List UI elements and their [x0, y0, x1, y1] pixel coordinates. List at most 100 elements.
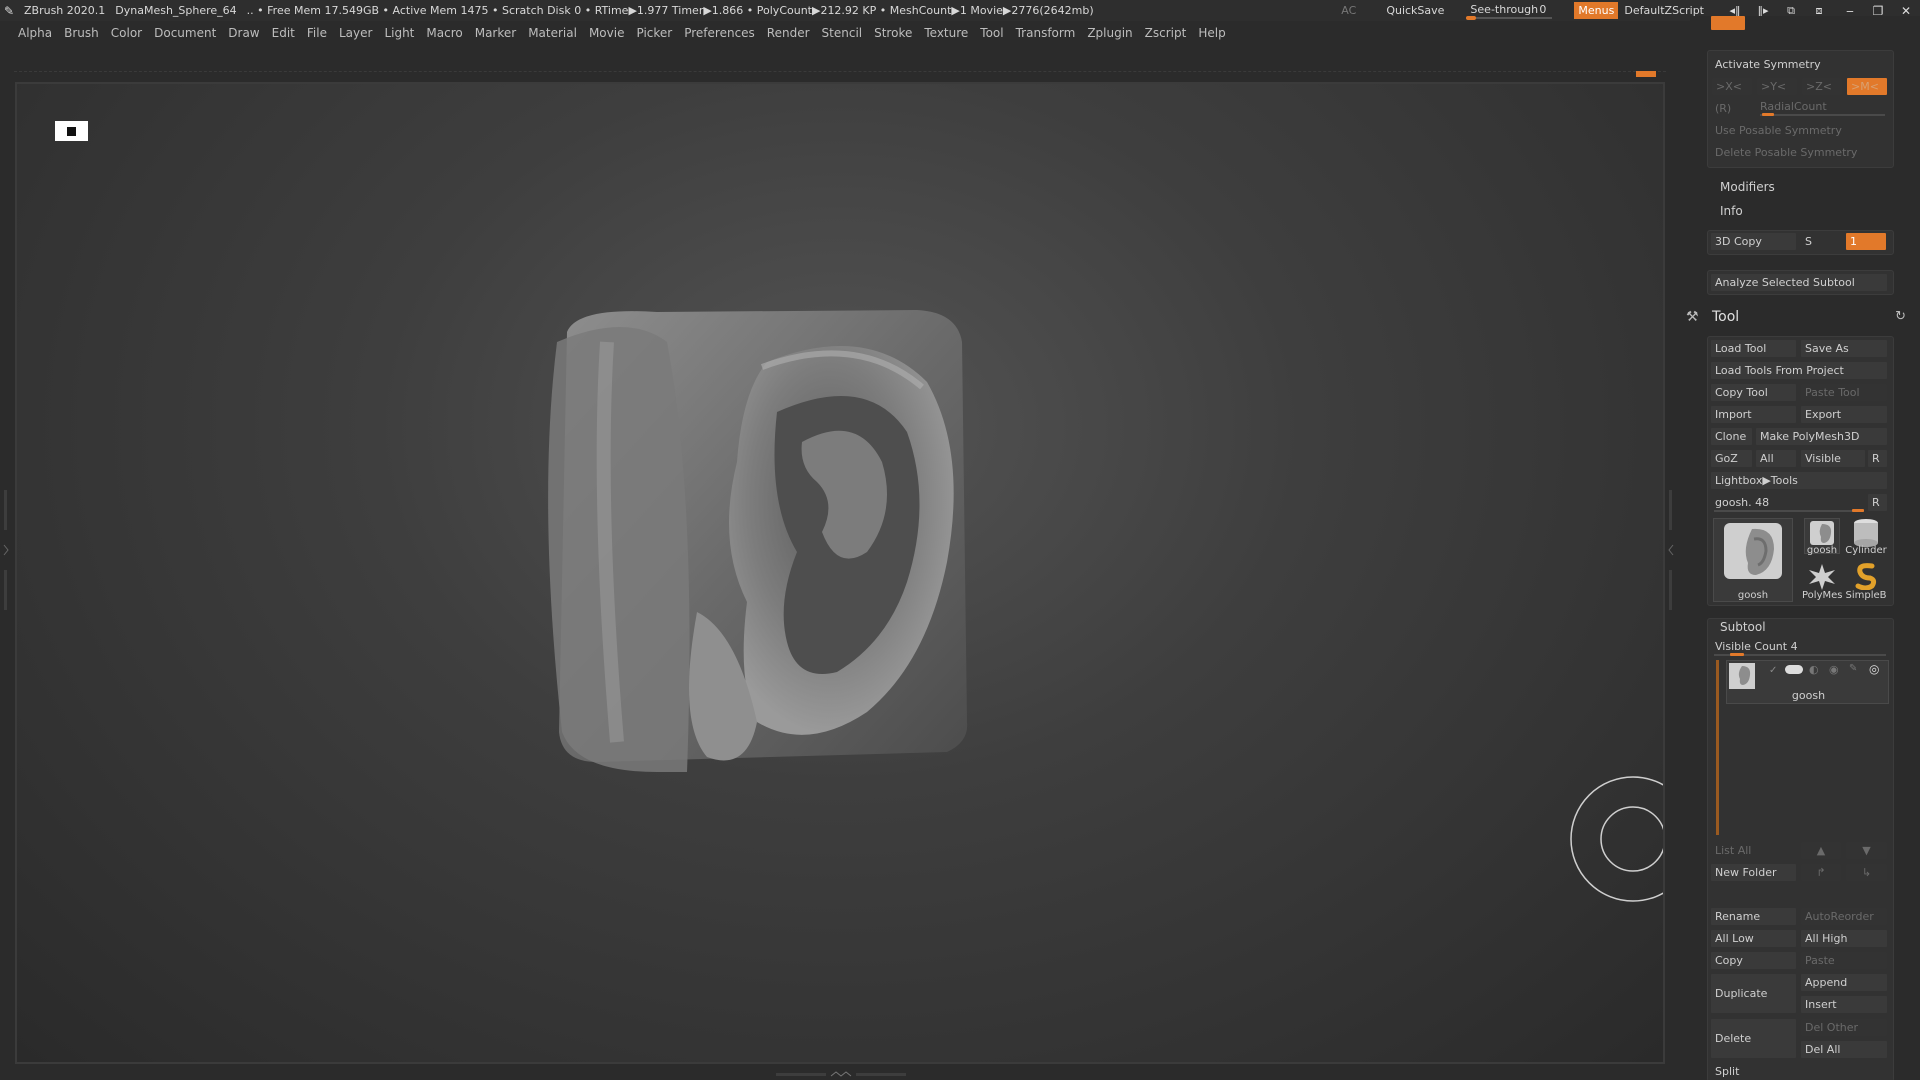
move-down-icon[interactable]: ▼ [1846, 842, 1887, 859]
new-folder-button[interactable]: New Folder [1711, 864, 1796, 881]
subtool-scrollbar[interactable] [1716, 660, 1719, 835]
activate-symmetry-button[interactable]: Activate Symmetry [1715, 58, 1821, 71]
menu-stencil[interactable]: Stencil [822, 26, 863, 40]
import-button[interactable]: Import [1711, 406, 1796, 423]
menu-draw[interactable]: Draw [228, 26, 259, 40]
ac-label[interactable]: AC [1341, 4, 1356, 17]
split-button[interactable]: Split [1711, 1063, 1796, 1080]
del-other-button[interactable]: Del Other [1801, 1019, 1887, 1036]
menu-stroke[interactable]: Stroke [874, 26, 912, 40]
tool-thumb-polymesh[interactable] [1804, 562, 1840, 590]
menu-material[interactable]: Material [528, 26, 577, 40]
shelf-marker[interactable] [1636, 71, 1656, 77]
tool-r-button[interactable]: R [1868, 494, 1887, 511]
tool-slider-knob[interactable] [1852, 509, 1864, 512]
brush-icon[interactable]: ✓ [1769, 665, 1777, 676]
left-tray-handle[interactable] [3, 490, 9, 610]
menu-layer[interactable]: Layer [339, 26, 372, 40]
del-all-button[interactable]: Del All [1801, 1041, 1887, 1058]
quicksave-button[interactable]: QuickSave [1386, 4, 1444, 17]
menu-light[interactable]: Light [384, 26, 414, 40]
tool-slider-track[interactable] [1714, 510, 1864, 512]
info-header[interactable]: Info [1720, 204, 1743, 218]
subtool-header[interactable]: Subtool [1720, 620, 1766, 634]
toggle-icon[interactable] [1785, 665, 1803, 674]
copy-button[interactable]: Copy [1711, 952, 1796, 969]
visible-count-knob[interactable] [1730, 653, 1744, 656]
menu-texture[interactable]: Texture [924, 26, 968, 40]
dot-icon[interactable]: ◉ [1829, 663, 1839, 676]
radial-count-track[interactable] [1760, 114, 1885, 116]
rename-button[interactable]: Rename [1711, 908, 1796, 925]
all-low-button[interactable]: All Low [1711, 930, 1796, 947]
analyze-subtool-button[interactable]: Analyze Selected Subtool [1711, 274, 1887, 291]
refresh-icon[interactable]: ↻ [1895, 309, 1906, 324]
append-button[interactable]: Append [1801, 974, 1887, 991]
bottom-tray-handle[interactable] [776, 1069, 906, 1079]
tool-palette-header[interactable]: ⚒ Tool ↻ [1686, 309, 1906, 327]
delete-button[interactable]: Delete [1711, 1019, 1796, 1058]
symmetry-y-button[interactable]: >Y< [1757, 78, 1797, 95]
symmetry-z-button[interactable]: >Z< [1802, 78, 1842, 95]
duplicate-button[interactable]: Duplicate [1711, 974, 1796, 1013]
see-through-knob[interactable] [1466, 15, 1477, 20]
symmetry-x-button[interactable]: >X< [1712, 78, 1752, 95]
goz-button[interactable]: GoZ [1711, 450, 1752, 467]
clone-button[interactable]: Clone [1711, 428, 1752, 445]
menu-zscript[interactable]: Zscript [1145, 26, 1187, 40]
move-up-icon[interactable]: ▲ [1801, 842, 1841, 859]
use-posable-symmetry-button[interactable]: Use Posable Symmetry [1711, 122, 1887, 139]
radial-count-knob[interactable] [1762, 113, 1774, 116]
menu-color[interactable]: Color [111, 26, 142, 40]
load-tools-from-project-button[interactable]: Load Tools From Project [1711, 362, 1887, 379]
goz-all-button[interactable]: All [1756, 450, 1796, 467]
menu-marker[interactable]: Marker [475, 26, 516, 40]
goz-visible-button[interactable]: Visible [1801, 450, 1865, 467]
delete-posable-symmetry-button[interactable]: Delete Posable Symmetry [1711, 144, 1887, 161]
see-through-slider[interactable]: See-through 0 [1464, 2, 1556, 20]
folder-up-icon[interactable]: ↱ [1801, 864, 1841, 881]
copy-tool-button[interactable]: Copy Tool [1711, 384, 1796, 401]
menu-picker[interactable]: Picker [636, 26, 672, 40]
menu-preferences[interactable]: Preferences [684, 26, 755, 40]
save-as-button[interactable]: Save As [1801, 340, 1887, 357]
copy3d-value-field[interactable]: 1 [1846, 233, 1886, 250]
menu-movie[interactable]: Movie [589, 26, 625, 40]
menus-toggle-button[interactable]: Menus [1574, 2, 1619, 19]
menu-document[interactable]: Document [154, 26, 216, 40]
radial-r-label[interactable]: (R) [1715, 102, 1731, 115]
eye-icon[interactable]: ◎ [1869, 662, 1879, 676]
copy3d-button[interactable]: 3D Copy [1711, 233, 1796, 250]
tool-thumb-simplebrush[interactable] [1848, 562, 1884, 591]
pencil-icon[interactable]: ✎ [1849, 663, 1857, 674]
subtool-item[interactable]: ✓ ◐ ◉ ✎ ◎ goosh [1726, 660, 1889, 704]
half-moon-icon[interactable]: ◐ [1809, 663, 1819, 676]
modifiers-header[interactable]: Modifiers [1720, 180, 1775, 194]
menu-alpha[interactable]: Alpha [18, 26, 52, 40]
folder-down-icon[interactable]: ↳ [1846, 864, 1887, 881]
ear-sculpt-model[interactable] [537, 302, 1087, 862]
paste-tool-button[interactable]: Paste Tool [1801, 384, 1887, 401]
document-canvas[interactable] [15, 82, 1665, 1064]
make-polymesh3d-button[interactable]: Make PolyMesh3D [1756, 428, 1887, 445]
menu-render[interactable]: Render [767, 26, 810, 40]
menu-tool[interactable]: Tool [980, 26, 1003, 40]
right-tray-handle[interactable] [1668, 490, 1674, 610]
list-all-button[interactable]: List All [1711, 842, 1796, 859]
top-orange-button[interactable] [1711, 16, 1745, 30]
export-button[interactable]: Export [1801, 406, 1887, 423]
paste-button[interactable]: Paste [1801, 952, 1887, 969]
menu-zplugin[interactable]: Zplugin [1087, 26, 1132, 40]
menu-help[interactable]: Help [1198, 26, 1225, 40]
insert-button[interactable]: Insert [1801, 996, 1887, 1013]
goz-r-button[interactable]: R [1868, 450, 1887, 467]
lightbox-tools-button[interactable]: Lightbox▶Tools [1711, 472, 1887, 489]
all-high-button[interactable]: All High [1801, 930, 1887, 947]
menu-file[interactable]: File [307, 26, 327, 40]
menu-macro[interactable]: Macro [426, 26, 462, 40]
menu-transform[interactable]: Transform [1016, 26, 1076, 40]
auto-reorder-button[interactable]: AutoReorder [1801, 908, 1887, 925]
load-tool-button[interactable]: Load Tool [1711, 340, 1796, 357]
navigation-gizmo[interactable] [1533, 774, 1663, 904]
symmetry-m-button[interactable]: >M< [1847, 78, 1887, 95]
